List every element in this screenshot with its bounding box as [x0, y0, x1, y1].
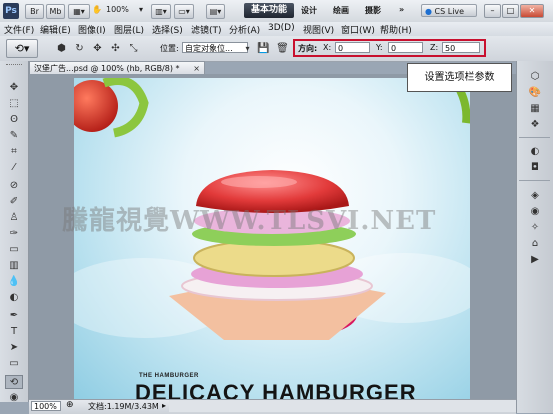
menu-select[interactable]: 选择(S) [152, 23, 183, 36]
menu-image[interactable]: 图像(I) [78, 23, 106, 36]
view-extras-button[interactable]: ▦▾ [68, 4, 90, 19]
workspace-essentials[interactable]: 基本功能 [244, 3, 294, 18]
menu-window[interactable]: 窗口(W) [341, 23, 375, 36]
pen-tool-icon[interactable]: ✒ [5, 309, 23, 323]
3d-slide-icon[interactable]: ✣ [108, 41, 123, 56]
channels-panel-icon[interactable]: ◉ [524, 205, 546, 219]
3d-drag-icon[interactable]: ✥ [90, 41, 105, 56]
status-info-icon[interactable]: ⊕ [66, 400, 74, 410]
color-panel-icon[interactable]: 🎨 [524, 86, 546, 100]
quick-select-tool-icon[interactable]: ✎ [5, 129, 23, 143]
artboard[interactable] [74, 78, 470, 399]
menu-help[interactable]: 帮助(H) [380, 23, 412, 36]
menu-filter[interactable]: 滤镜(T) [191, 23, 222, 36]
screen-mode-button[interactable]: ▭▾ [174, 4, 194, 19]
healing-brush-tool-icon[interactable]: ⊘ [5, 179, 23, 193]
menu-layer[interactable]: 图层(L) [114, 23, 144, 36]
blur-tool-icon[interactable]: 💧 [5, 275, 23, 289]
photoshop-logo: Ps [3, 3, 19, 19]
status-zoom-input[interactable]: 100% [31, 401, 61, 411]
dodge-tool-icon[interactable]: ◐ [5, 291, 23, 305]
annotation-callout: 设置选项栏参数 [407, 63, 512, 92]
rotate-view-button[interactable]: ▤▾ [206, 4, 225, 19]
eyedropper-tool-icon[interactable]: ⁄ [5, 161, 23, 175]
menu-view[interactable]: 视图(V) [303, 23, 334, 36]
position-select[interactable]: 自定对象位... [182, 42, 248, 53]
history-brush-tool-icon[interactable]: ✑ [5, 227, 23, 241]
arrange-documents-button[interactable]: ▥▾ [151, 4, 171, 19]
styles-panel-icon[interactable]: ❖ [524, 118, 546, 132]
zoom-dropdown-icon[interactable]: ▾ [139, 5, 143, 14]
delete-position-icon[interactable]: 🗑 [275, 41, 290, 56]
close-button[interactable]: ✕ [520, 4, 544, 18]
hand-tool-icon[interactable]: ✋ [92, 5, 102, 14]
paths-panel-icon[interactable]: ✧ [524, 221, 546, 235]
minimize-button[interactable]: – [484, 4, 501, 18]
brush-tool-icon[interactable]: ✐ [5, 195, 23, 209]
highlight-frame [293, 39, 486, 57]
3d-rotate-icon[interactable]: ⬢ [54, 41, 69, 56]
menu-edit[interactable]: 编辑(E) [40, 23, 71, 36]
position-dropdown-icon[interactable]: ▾ [240, 42, 255, 55]
cs-live-icon: ● [425, 7, 432, 16]
zoom-level-select[interactable]: 100% [106, 5, 129, 14]
maximize-button[interactable]: □ [502, 4, 519, 18]
cs-live-label: CS Live [434, 7, 465, 16]
path-selection-tool-icon[interactable]: ➤ [5, 341, 23, 355]
swatches-panel-icon[interactable]: ▦ [524, 102, 546, 116]
document-tab[interactable]: 汉堡广告...psd @ 100% (hb, RGB/8) * × [29, 61, 205, 74]
3d-orbit-tool-icon[interactable]: ◉ [5, 391, 23, 405]
ad-tagline: THE HAMBURGER [139, 373, 199, 379]
adjustments-panel-icon[interactable]: ◐ [524, 145, 546, 159]
save-position-icon[interactable]: 💾 [256, 41, 271, 56]
watermark: 騰龍視覺WWW.TLSVI.NET [62, 206, 437, 236]
menu-3d[interactable]: 3D(D) [268, 23, 295, 33]
lasso-tool-icon[interactable]: ʘ [5, 113, 23, 127]
menu-file[interactable]: 文件(F) [4, 23, 34, 36]
3d-panel-icon[interactable]: ⬡ [524, 70, 546, 84]
panel-divider [519, 137, 550, 138]
crop-tool-icon[interactable]: ⌗ [5, 145, 23, 159]
toolbox-grip[interactable] [6, 64, 22, 68]
menu-bar: 文件(F) 编辑(E) 图像(I) 图层(L) 选择(S) 滤镜(T) 分析(A… [0, 22, 553, 37]
document-tab-title: 汉堡广告...psd @ 100% (hb, RGB/8) * [34, 64, 180, 73]
masks-panel-icon[interactable]: ◘ [524, 161, 546, 175]
type-tool-icon[interactable]: T [5, 325, 23, 339]
3d-roll-icon[interactable]: ↻ [72, 41, 87, 56]
layers-panel-icon[interactable]: ◈ [524, 189, 546, 203]
document-size-info[interactable]: 文档:1.19M/3.43M [88, 401, 159, 412]
workspace-design[interactable]: 设计 [301, 5, 317, 16]
history-panel-icon[interactable]: ⌂ [524, 237, 546, 251]
bun-shine [221, 176, 297, 188]
more-workspaces-button[interactable]: » [399, 5, 404, 14]
cs-live-button[interactable]: ● CS Live [421, 4, 477, 17]
mini-bridge-button[interactable]: Mb [46, 4, 65, 19]
hamburger-artwork [74, 78, 470, 340]
gradient-tool-icon[interactable]: ▥ [5, 259, 23, 273]
actions-panel-icon[interactable]: ▶ [524, 253, 546, 267]
marquee-tool-icon[interactable]: ⬚ [5, 97, 23, 111]
menu-analysis[interactable]: 分析(A) [229, 23, 260, 36]
tomato-slice [74, 80, 118, 132]
horizontal-scrollbar[interactable] [169, 400, 516, 412]
3d-rotate-tool-icon[interactable]: ⟲ [5, 375, 23, 389]
3d-scale-icon[interactable]: ⤡ [126, 41, 141, 56]
clone-stamp-tool-icon[interactable]: ♙ [5, 211, 23, 225]
eraser-tool-icon[interactable]: ▭ [5, 243, 23, 257]
move-tool-icon[interactable]: ✥ [5, 81, 23, 95]
position-label: 位置: [160, 44, 179, 53]
status-menu-arrow-icon[interactable]: ▸ [162, 401, 166, 410]
workspace-painting[interactable]: 绘画 [333, 5, 349, 16]
bridge-button[interactable]: Br [25, 4, 44, 19]
application-bar: Ps Br Mb ▦▾ ✋ 100% ▾ ▥▾ ▭▾ ▤▾ 基本功能 设计 绘画… [0, 0, 553, 23]
tool-preset-picker[interactable]: ⟲▾ [6, 39, 38, 58]
shape-tool-icon[interactable]: ▭ [5, 357, 23, 371]
workspace-photography[interactable]: 摄影 [365, 5, 381, 16]
panel-divider [519, 180, 550, 181]
